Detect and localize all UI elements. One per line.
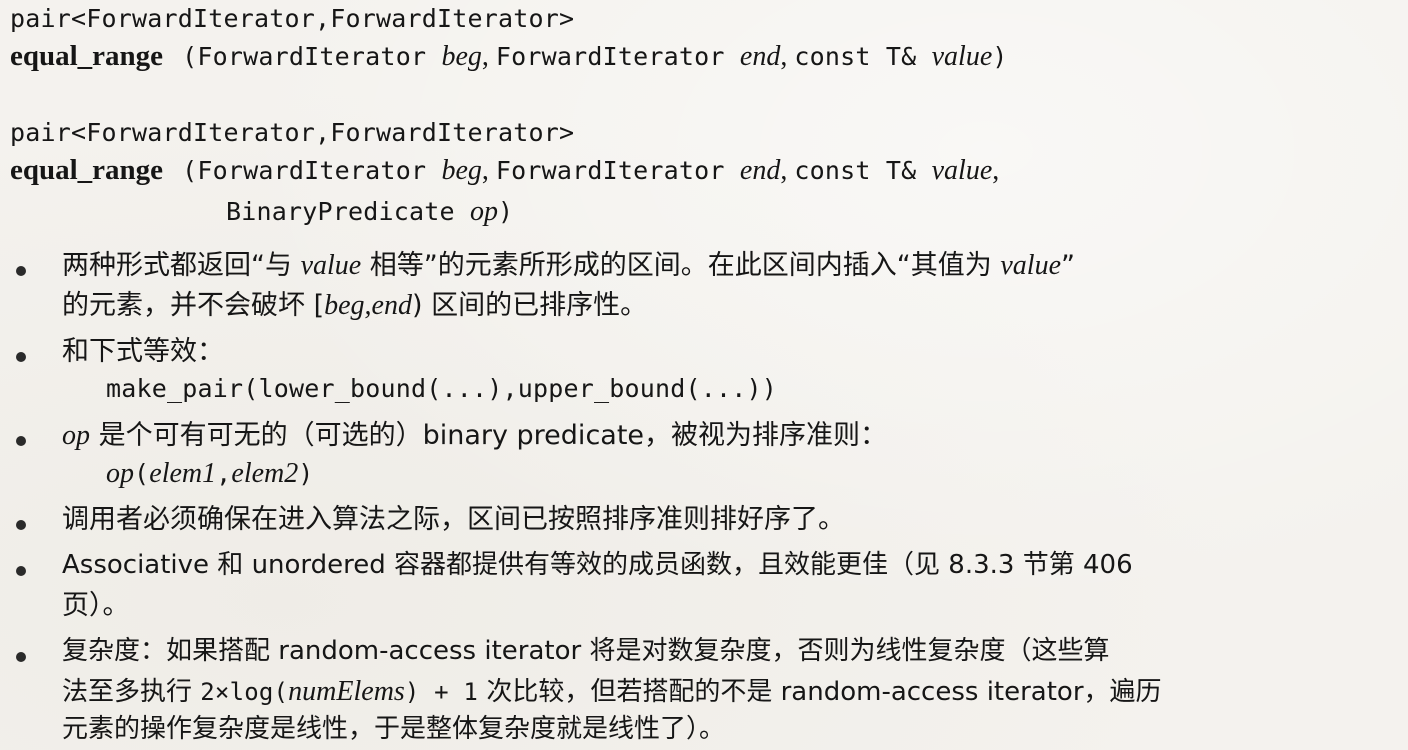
signature1-declaration: equal_range (ForwardIterator beg, Forwar…: [10, 40, 1008, 72]
bullet-dot: [16, 352, 26, 362]
bullet3-line1: op 是个可有可无的（可选的）binary predicate，被视为排序准则：: [62, 420, 888, 451]
bullet2-code: make_pair(lower_bound(...),upper_bound(.…: [106, 374, 778, 403]
bullet1-line1: 两种形式都返回“与 value 相等”的元素所形成的区间。在此区间内插入“其值为…: [62, 250, 1075, 281]
book-page: pair<ForwardIterator,ForwardIterator> eq…: [0, 0, 1408, 750]
bullet6-line2: 法至多执行 2×log(numElems) + 1 次比较，但若搭配的不是 ra…: [62, 676, 1162, 707]
signature2-return-type: pair<ForwardIterator,ForwardIterator>: [10, 118, 575, 147]
function-name: equal_range: [10, 154, 164, 186]
bullet-dot: [16, 266, 26, 276]
bullet-dot: [16, 520, 26, 530]
bullet-dot: [16, 566, 26, 576]
bullet6-line1: 复杂度：如果搭配 random-access iterator 将是对数复杂度，…: [62, 636, 1110, 666]
bullet1-line2: 的元素，并不会破坏 [beg,end) 区间的已排序性。: [62, 290, 648, 321]
bullet-dot: [16, 436, 26, 446]
bullet6-line3: 元素的操作复杂度是线性，于是整体复杂度就是线性了）。: [62, 714, 726, 744]
signature2-declaration: equal_range (ForwardIterator beg, Forwar…: [10, 154, 1000, 186]
bullet2-line1: 和下式等效：: [62, 336, 224, 367]
bullet4-line1: 调用者必须确保在进入算法之际，区间已按照排序准则排好序了。: [62, 504, 845, 535]
signature2-continuation: BinaryPredicate op): [226, 196, 514, 227]
bullet3-code: op(elem1,elem2): [106, 458, 314, 489]
signature1-return-type: pair<ForwardIterator,ForwardIterator>: [10, 4, 575, 33]
function-name: equal_range: [10, 40, 164, 72]
bullet5-line1: Associative 和 unordered 容器都提供有等效的成员函数，且效…: [62, 550, 1133, 580]
bullet5-line2: 页）。: [62, 590, 130, 621]
bullet-dot: [16, 652, 26, 662]
